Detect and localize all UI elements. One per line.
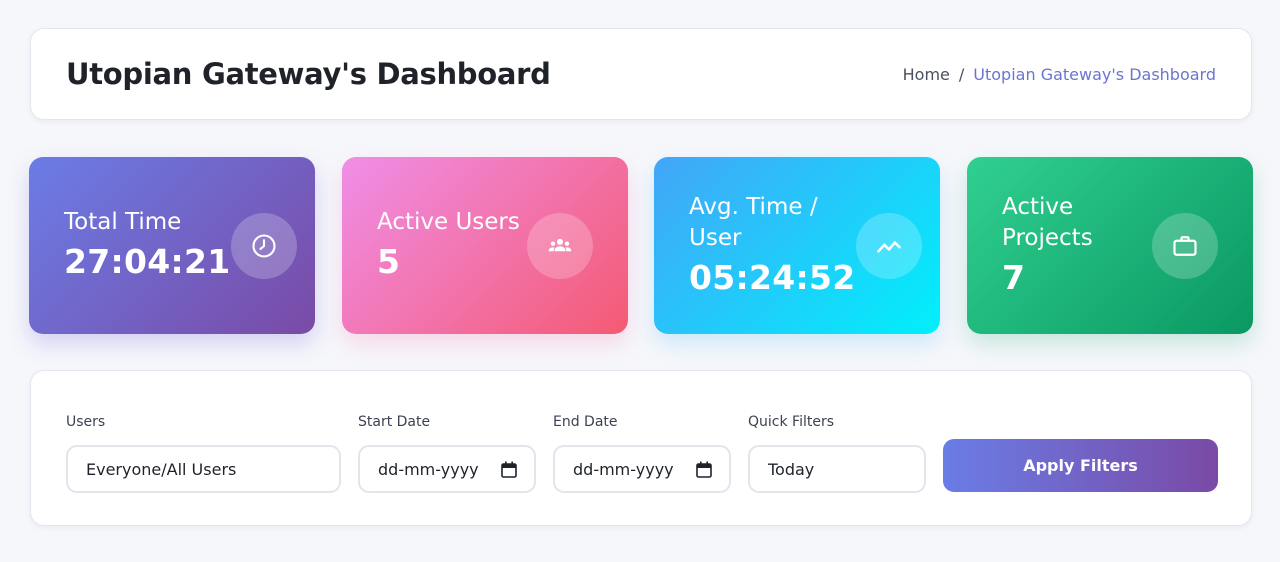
end-date-label: End Date	[553, 414, 618, 430]
stat-value: 5	[377, 242, 401, 281]
stat-value: 27:04:21	[64, 242, 231, 281]
quick-filters-value: Today	[768, 459, 815, 479]
start-date-placeholder: dd-mm-yyyy	[378, 459, 479, 479]
stat-value: 7	[1002, 257, 1026, 297]
stat-label: Active Users	[377, 209, 520, 235]
users-select[interactable]: Everyone/All Users	[66, 445, 341, 493]
breadcrumb-home-link[interactable]: Home	[903, 65, 950, 84]
breadcrumb: Home / Utopian Gateway's Dashboard	[903, 65, 1216, 84]
start-date-filter: Start Date dd-mm-yyyy	[358, 413, 536, 493]
stat-card-active-projects: Active Projects 7	[967, 157, 1253, 334]
apply-filters-button[interactable]: Apply Filters	[943, 439, 1218, 492]
stat-card-avg-time: Avg. Time / User 05:24:52	[654, 157, 940, 334]
users-select-value: Everyone/All Users	[86, 459, 237, 479]
calendar-icon[interactable]	[501, 461, 517, 478]
end-date-input[interactable]: dd-mm-yyyy	[553, 445, 731, 493]
quick-filters-label: Quick Filters	[748, 414, 835, 430]
stat-card-total-time: Total Time 27:04:21	[29, 157, 315, 334]
start-date-input[interactable]: dd-mm-yyyy	[358, 445, 536, 493]
stat-label: Active Projects	[1002, 193, 1093, 251]
filter-panel: Users Everyone/All Users Start Date dd-m…	[30, 370, 1252, 526]
clock-icon	[230, 212, 297, 279]
page-header: Utopian Gateway's Dashboard Home / Utopi…	[30, 28, 1252, 120]
trend-line-icon	[855, 212, 922, 279]
stat-label: Total Time	[64, 209, 182, 235]
calendar-icon[interactable]	[696, 461, 712, 478]
quick-filters-select[interactable]: Today	[748, 445, 926, 493]
users-icon	[527, 212, 593, 279]
breadcrumb-current: Utopian Gateway's Dashboard	[973, 64, 1216, 84]
breadcrumb-separator: /	[958, 64, 965, 84]
start-date-label: Start Date	[358, 414, 431, 430]
quick-filters: Quick Filters Today	[748, 413, 926, 493]
stat-value: 05:24:52	[689, 257, 856, 297]
stat-card-active-users: Active Users 5	[342, 157, 628, 334]
briefcase-icon	[1152, 212, 1218, 279]
stat-label: Avg. Time / User	[689, 193, 818, 251]
users-filter-label: Users	[66, 414, 106, 430]
end-date-placeholder: dd-mm-yyyy	[573, 459, 674, 479]
users-filter: Users Everyone/All Users	[66, 413, 341, 493]
page-title: Utopian Gateway's Dashboard	[66, 57, 551, 91]
end-date-filter: End Date dd-mm-yyyy	[553, 413, 731, 493]
